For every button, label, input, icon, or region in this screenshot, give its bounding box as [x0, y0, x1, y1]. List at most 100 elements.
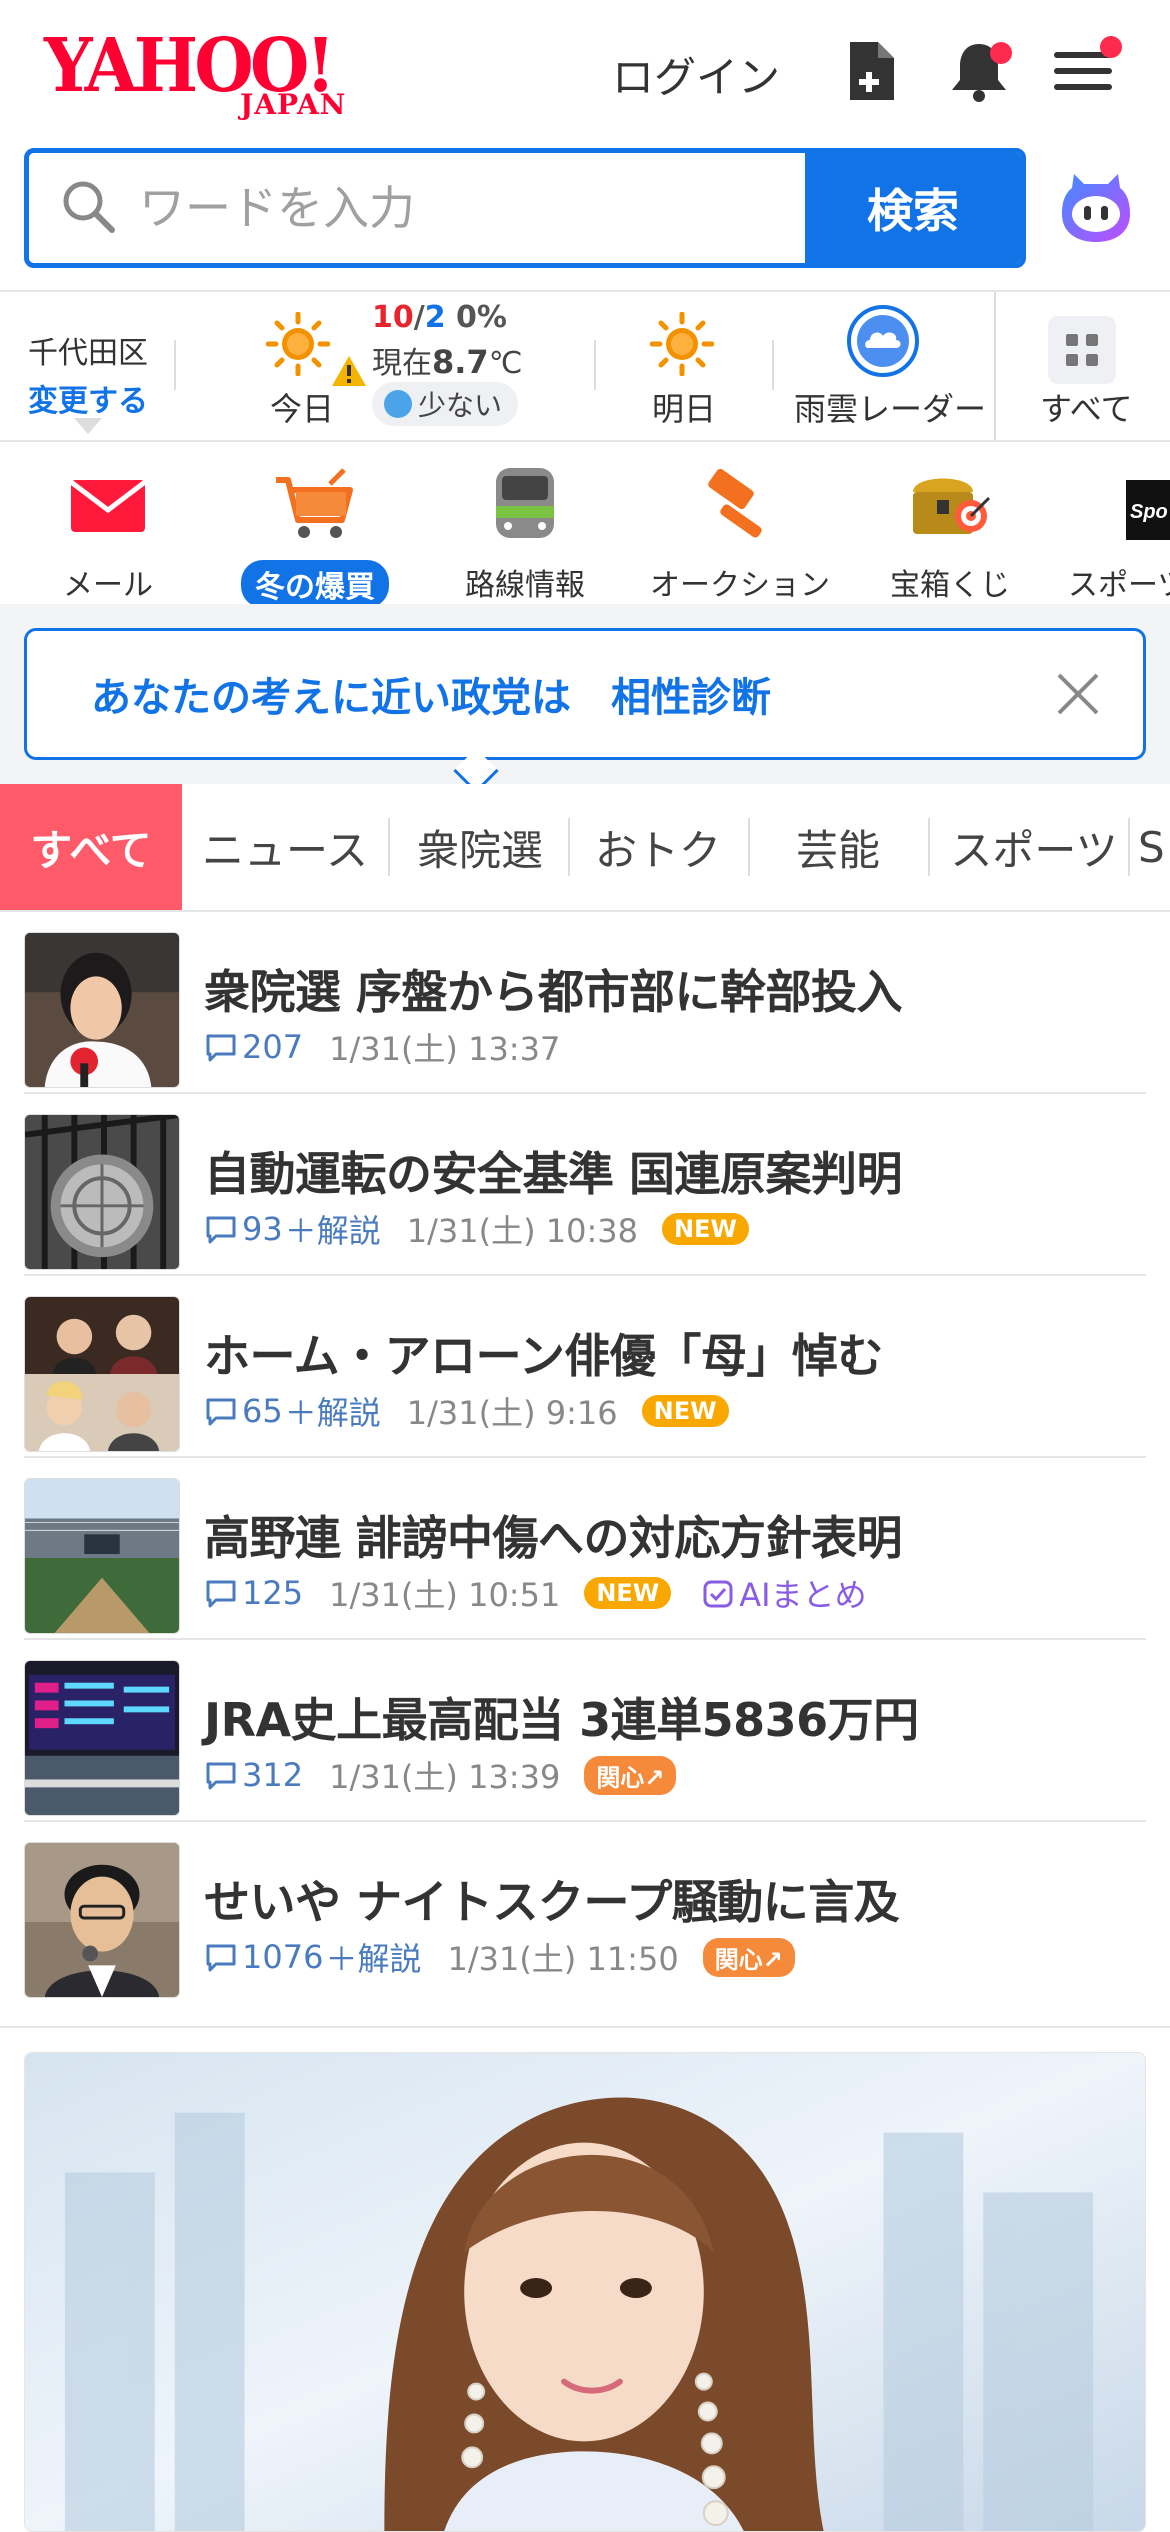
news-time: 1/31(土) 10:38 — [406, 1212, 638, 1250]
all-services-icon[interactable] — [1048, 316, 1116, 384]
comment-count[interactable]: 93 — [204, 1210, 283, 1248]
comment-count[interactable]: 1076 — [204, 1938, 323, 1976]
search-button[interactable]: 検索 — [805, 153, 1021, 263]
new-badge: NEW — [584, 1577, 672, 1609]
tab-separator — [928, 818, 930, 876]
service-transit[interactable]: 路線情報 — [460, 460, 590, 604]
comment-count-value: 125 — [242, 1574, 304, 1612]
service-sports[interactable]: Spo スポーツ — [1068, 460, 1170, 604]
news-item[interactable]: 自動運転の安全基準 国連原案判明 93 ＋解説 1/31(土) 10:38 NE… — [24, 1094, 1146, 1276]
service-treasure-lottery[interactable]: 宝箱くじ — [880, 460, 1020, 604]
tab-news[interactable]: ニュース — [190, 784, 380, 910]
menu-notification-dot — [1100, 36, 1122, 58]
news-item[interactable]: 高野連 誹謗中傷への対応方針表明 125 1/31(土) 10:51 NEW A… — [24, 1458, 1146, 1640]
tab-all[interactable]: すべて — [0, 784, 182, 910]
news-item[interactable]: せいや ナイトスクープ騒動に言及 1076 ＋解説 1/31(土) 11:50 … — [24, 1822, 1146, 2004]
news-time: 1/31(土) 13:39 — [329, 1758, 561, 1796]
section-divider — [0, 2026, 1170, 2028]
comment-count-value: 65 — [242, 1392, 283, 1430]
services-row: メール 冬の爆買 路線情報 オークション 宝箱くじ Spo スポーツ — [0, 442, 1170, 608]
comment-icon — [206, 1580, 236, 1608]
tab-election[interactable]: 衆院選 — [396, 784, 564, 910]
commentary-link[interactable]: ＋解説 — [285, 1206, 381, 1252]
location-name: 千代田区 — [28, 336, 148, 371]
search-field[interactable] — [29, 153, 819, 263]
service-label: 宝箱くじ — [890, 568, 1010, 603]
close-icon[interactable] — [1053, 669, 1103, 719]
service-auction[interactable]: オークション — [640, 460, 840, 604]
notification-dot — [990, 42, 1012, 64]
commentary-link[interactable]: ＋解説 — [325, 1934, 421, 1980]
news-item[interactable]: JRA史上最高配当 3連単5836万円 312 1/31(土) 13:39 関心… — [24, 1640, 1146, 1822]
rain-radar-label[interactable]: 雨雲レーダー — [794, 384, 986, 430]
comment-count[interactable]: 125 — [204, 1574, 303, 1612]
pollen-badge[interactable]: 少ない — [372, 382, 519, 426]
comment-icon — [206, 1398, 236, 1426]
rain-radar-icon[interactable] — [846, 304, 920, 378]
news-title[interactable]: JRA史上最高配当 3連単5836万円 — [204, 1684, 919, 1750]
new-document-icon[interactable] — [836, 36, 906, 106]
service-label: 冬の爆買 — [241, 560, 389, 608]
news-item[interactable]: ホーム・アローン俳優「母」悼む 65 ＋解説 1/31(土) 9:16 NEW — [24, 1276, 1146, 1458]
new-badge: NEW — [661, 1213, 749, 1245]
news-thumbnail — [24, 1114, 180, 1270]
news-time: 1/31(土) 13:37 — [329, 1030, 561, 1068]
login-link[interactable]: ログイン — [612, 44, 780, 105]
news-thumbnail — [24, 1842, 180, 1998]
comment-count[interactable]: 65 — [204, 1392, 283, 1430]
comment-icon — [206, 1944, 236, 1972]
tab-entertainment[interactable]: 芸能 — [754, 784, 922, 910]
feature-image[interactable] — [24, 2052, 1146, 2532]
change-location-link[interactable]: 変更する — [28, 376, 148, 420]
tab-deals[interactable]: おトク — [574, 784, 742, 910]
cart-icon — [270, 460, 360, 550]
news-title[interactable]: ホーム・アローン俳優「母」悼む — [204, 1320, 883, 1386]
news-thumbnail — [24, 932, 180, 1088]
comment-count[interactable]: 207 — [204, 1028, 303, 1066]
temp-slash: / — [413, 300, 425, 335]
news-title[interactable]: 衆院選 序盤から都市部に幹部投入 — [204, 956, 903, 1022]
now-unit: ℃ — [488, 346, 523, 381]
news-title[interactable]: 自動運転の安全基準 国連原案判明 — [204, 1138, 903, 1204]
separator — [594, 340, 596, 390]
commentary-link[interactable]: ＋解説 — [285, 1388, 381, 1434]
news-time: 1/31(土) 10:51 — [329, 1576, 561, 1614]
tab-more[interactable]: S — [1134, 784, 1170, 910]
news-thumbnail — [24, 1478, 180, 1634]
hamburger-menu-icon[interactable] — [1050, 36, 1122, 106]
yahoo-japan-logo[interactable]: YAHOO! JAPAN — [44, 26, 374, 126]
all-services-label[interactable]: すべて — [1040, 384, 1132, 430]
news-title[interactable]: 高野連 誹謗中傷への対応方針表明 — [204, 1502, 903, 1568]
ai-summary-link[interactable]: AIまとめ — [701, 1570, 867, 1616]
now-temp-value: 8.7 — [432, 343, 489, 381]
banner-text[interactable]: あなたの考えに近い政党は 相性診断 — [91, 665, 771, 723]
news-title[interactable]: せいや ナイトスクープ騒動に言及 — [204, 1866, 900, 1932]
comment-count-value: 1076 — [242, 1938, 324, 1976]
train-icon — [480, 460, 570, 550]
service-mail[interactable]: メール — [48, 460, 168, 604]
service-label: 路線情報 — [465, 568, 585, 603]
warning-icon[interactable] — [330, 354, 368, 388]
tab-separator — [568, 818, 570, 876]
search-bar: 検索 — [24, 148, 1026, 268]
tomorrow-sun-icon[interactable] — [649, 311, 715, 377]
bell-icon[interactable] — [944, 36, 1014, 106]
category-tabs: すべて ニュース 衆院選 おトク 芸能 スポーツ S — [0, 784, 1170, 912]
quiz-banner[interactable]: あなたの考えに近い政党は 相性診断 — [24, 628, 1146, 760]
tab-separator — [1128, 818, 1130, 876]
news-meta: 312 1/31(土) 13:39 関心↗ — [204, 1752, 677, 1798]
news-time: 1/31(土) 9:16 — [406, 1394, 618, 1432]
news-item[interactable]: 衆院選 序盤から都市部に幹部投入 207 1/31(土) 13:37 — [24, 912, 1146, 1094]
news-meta: 93 ＋解説 1/31(土) 10:38 NEW — [204, 1206, 749, 1252]
tab-sports[interactable]: スポーツ — [936, 784, 1132, 910]
comment-count[interactable]: 312 — [204, 1756, 303, 1794]
ai-assistant-icon[interactable] — [1054, 164, 1138, 248]
comment-icon — [206, 1216, 236, 1244]
service-shopping[interactable]: 冬の爆買 — [240, 460, 390, 608]
low-temp: 2 — [424, 300, 446, 335]
search-input[interactable] — [139, 153, 819, 263]
search-icon — [63, 181, 115, 233]
location[interactable]: 千代田区 変更する — [28, 328, 148, 420]
tomorrow-label[interactable]: 明日 — [652, 384, 716, 430]
svg-text:Spo: Spo — [1130, 501, 1168, 523]
